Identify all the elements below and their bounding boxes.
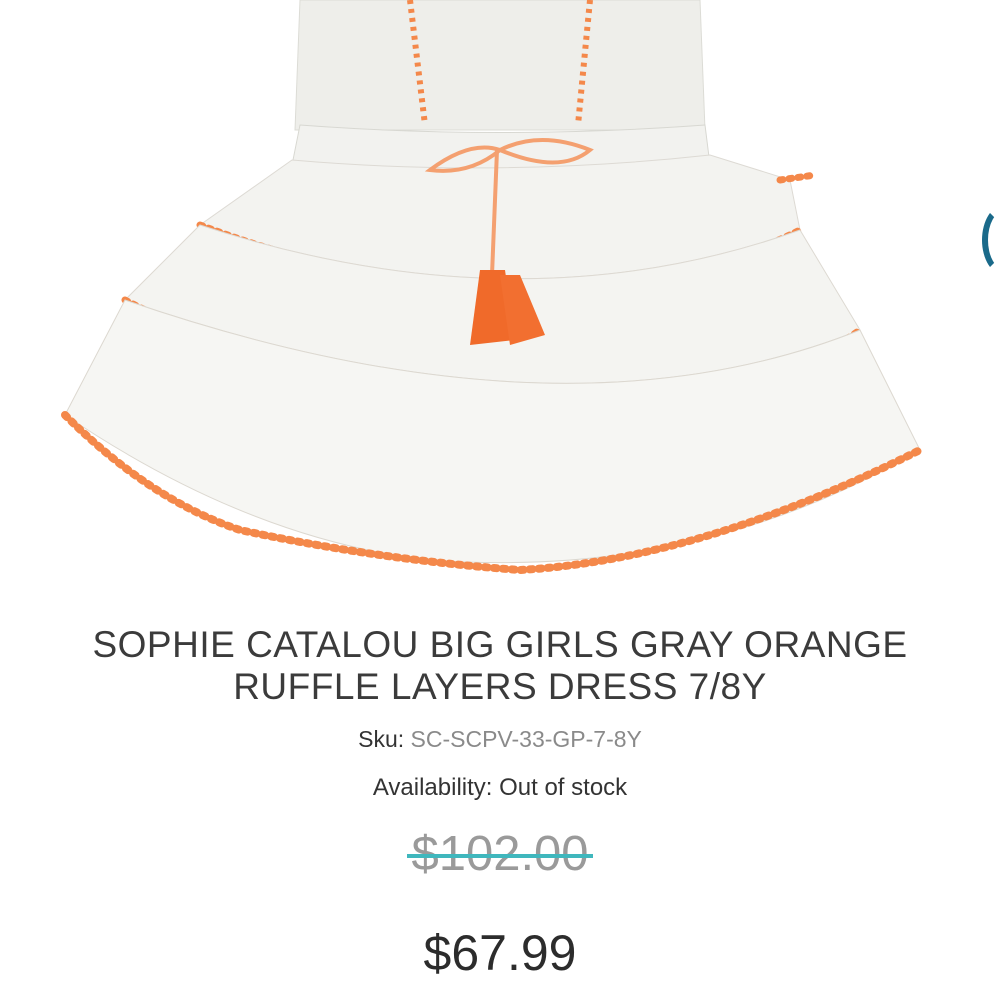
sale-price: $67.99 — [423, 925, 577, 981]
sku-value: SC-SCPV-33-GP-7-8Y — [410, 726, 642, 752]
availability-status: Availability: Out of stock — [372, 774, 628, 801]
product-title-line2: RUFFLE LAYERS DRESS 7/8Y — [233, 666, 767, 707]
original-price: $102.00 — [0, 826, 1000, 886]
sku-row: Sku: SC-SCPV-33-GP-7-8Y — [0, 726, 1000, 753]
product-image[interactable] — [0, 0, 1000, 600]
dress-photo — [61, 0, 924, 575]
original-price-value: $102.00 — [407, 827, 593, 881]
sku-label: Sku: — [358, 726, 405, 752]
product-title-line1: SOPHIE CATALOU BIG GIRLS GRAY ORANGE — [92, 624, 908, 665]
product-title: SOPHIE CATALOU BIG GIRLS GRAY ORANGE RUF… — [20, 624, 980, 708]
